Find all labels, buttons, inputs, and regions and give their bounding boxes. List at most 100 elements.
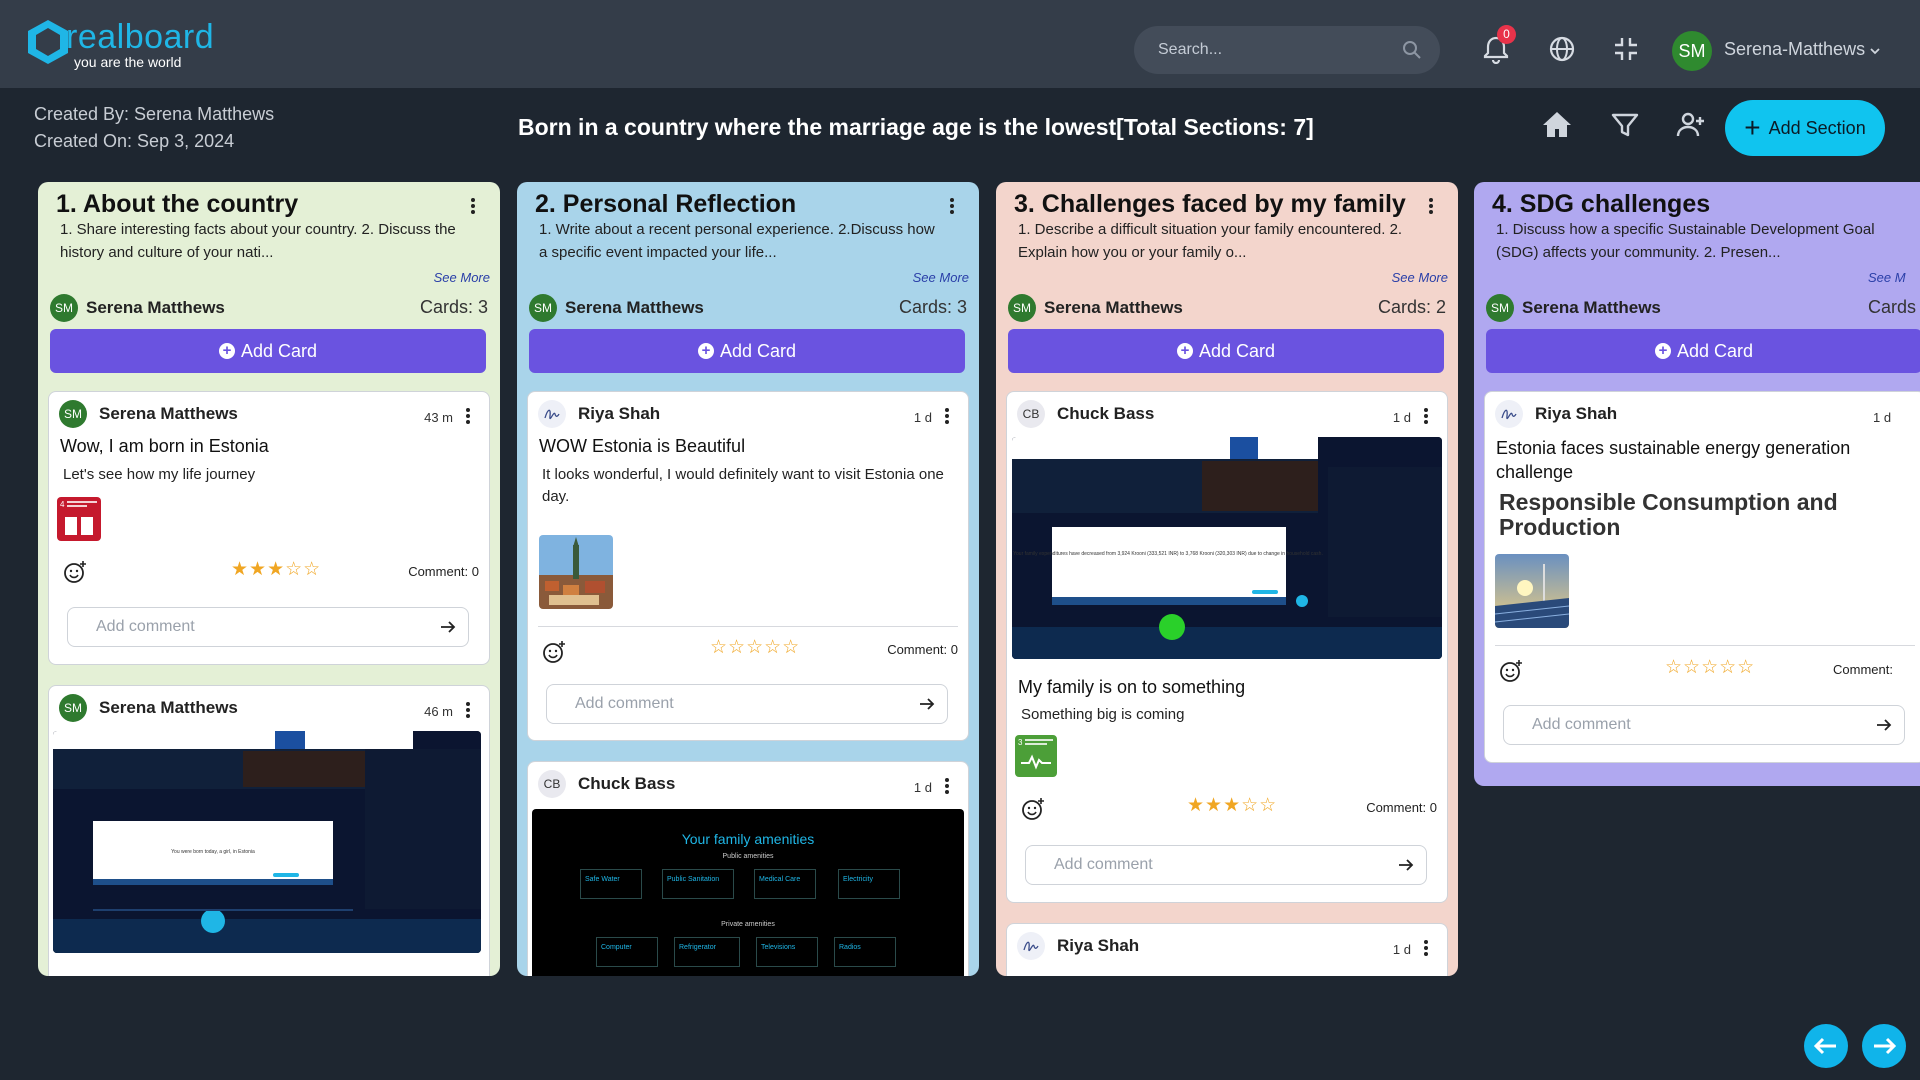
- card-time: 1 d: [1873, 410, 1892, 425]
- chevron-down-icon[interactable]: [1869, 45, 1881, 57]
- user-name[interactable]: Serena-Matthews: [1724, 39, 1865, 60]
- card-menu-icon[interactable]: [1423, 938, 1429, 958]
- add-reaction-icon[interactable]: [63, 560, 87, 584]
- section-menu-icon[interactable]: [949, 196, 955, 216]
- globe-icon[interactable]: [1547, 34, 1577, 64]
- comment-box: [67, 607, 469, 647]
- screenshot-image: You were born today, a girl, in Estonia: [53, 731, 481, 953]
- send-arrow-icon[interactable]: [1398, 858, 1414, 872]
- card-body: Responsible Consumption and Production: [1499, 489, 1838, 540]
- card[interactable]: SM Serena Matthews 46 m You were born to…: [48, 685, 490, 976]
- avatar: SM: [1008, 294, 1036, 322]
- section-owner: SM Serena Matthews Cards: 3: [50, 292, 488, 322]
- card-menu-icon[interactable]: [944, 406, 950, 426]
- card[interactable]: SM Serena Matthews 43 m Wow, I am born i…: [48, 391, 490, 665]
- section-owner: SM Serena Matthews Cards: 3: [529, 292, 967, 322]
- section-owner: SM Serena Matthews Cards: [1486, 292, 1920, 322]
- scroll-left-button[interactable]: [1804, 1024, 1848, 1068]
- add-reaction-icon[interactable]: [1021, 797, 1045, 821]
- owner-name: Serena Matthews: [565, 298, 704, 317]
- owner-name: Serena Matthews: [1522, 298, 1661, 317]
- search-bar: [1134, 26, 1440, 74]
- scroll-right-button[interactable]: [1862, 1024, 1906, 1068]
- send-arrow-icon[interactable]: [1876, 718, 1892, 732]
- comment-input[interactable]: [575, 685, 895, 723]
- filter-icon[interactable]: [1608, 108, 1642, 142]
- app-logo[interactable]: realboard you are the world: [22, 16, 214, 72]
- card-author: Chuck Bass: [1057, 404, 1155, 423]
- city-photo-image: [539, 535, 613, 609]
- send-arrow-icon[interactable]: [919, 697, 935, 711]
- star-rating[interactable]: ★★★☆☆: [231, 558, 321, 581]
- card[interactable]: CB Chuck Bass 1 d Your family expenditur…: [1006, 391, 1448, 903]
- amenity-safe-water: Safe Water: [580, 869, 642, 899]
- comment-box: [1025, 845, 1427, 885]
- star-rating[interactable]: ☆☆☆☆☆: [1665, 656, 1755, 679]
- section-title: 2. Personal Reflection: [535, 190, 797, 218]
- add-card-label: Add Card: [240, 340, 318, 361]
- add-section-label: Add Section: [1768, 117, 1866, 138]
- add-user-icon[interactable]: [1674, 108, 1708, 142]
- add-card-button[interactable]: + Add Card: [50, 329, 486, 373]
- screenshot-text: Your family expenditures have decreased …: [1013, 551, 1323, 557]
- game-screenshot[interactable]: You were born today, a girl, in Estonia: [53, 731, 481, 953]
- amenity-public-sanitation: Public Sanitation: [662, 869, 734, 899]
- card-author: Riya Shah: [1535, 404, 1618, 423]
- amenity-electricity: Electricity: [838, 869, 900, 899]
- section-title: 1. About the country: [56, 190, 299, 218]
- add-card-button[interactable]: + Add Card: [1008, 329, 1444, 373]
- section-family-challenges: 3. Challenges faced by my family 1. Desc…: [996, 182, 1458, 976]
- see-more-link[interactable]: See More: [913, 270, 969, 285]
- card-author: Serena Matthews: [99, 404, 238, 423]
- add-reaction-icon[interactable]: [542, 640, 566, 664]
- card-menu-icon[interactable]: [465, 406, 471, 426]
- card[interactable]: Riya Shah 1 d Estonia faces sustainable …: [1484, 391, 1920, 763]
- user-avatar[interactable]: SM: [1672, 31, 1712, 71]
- card-title: My family is on to something: [1018, 677, 1246, 697]
- tallinn-photo[interactable]: [539, 535, 613, 609]
- card[interactable]: Riya Shah 1 d WOW Estonia is Beautiful I…: [527, 391, 969, 741]
- card-header: Riya Shah 1 d: [1495, 400, 1915, 430]
- solar-panels-photo[interactable]: [1495, 554, 1569, 628]
- amenity-computer: Computer: [596, 937, 658, 967]
- see-more-link[interactable]: See M: [1868, 270, 1906, 285]
- section-menu-icon[interactable]: [1428, 196, 1434, 216]
- amenities-screenshot[interactable]: Your family amenities Public amenities S…: [532, 809, 964, 976]
- section-menu-icon[interactable]: [470, 196, 476, 216]
- star-rating[interactable]: ☆☆☆☆☆: [710, 636, 800, 659]
- home-icon[interactable]: [1540, 108, 1574, 142]
- send-arrow-icon[interactable]: [440, 620, 456, 634]
- add-card-button[interactable]: + Add Card: [529, 329, 965, 373]
- card-menu-icon[interactable]: [465, 700, 471, 720]
- comment-input[interactable]: [96, 608, 416, 646]
- card-menu-icon[interactable]: [944, 776, 950, 796]
- sdg-3-badge[interactable]: 3: [1015, 735, 1057, 777]
- comment-box: [546, 684, 948, 724]
- card-time: 1 d: [1392, 942, 1411, 957]
- card[interactable]: CB Chuck Bass 1 d Your family amenities …: [527, 761, 969, 976]
- game-screenshot[interactable]: Your family expenditures have decreased …: [1012, 437, 1442, 659]
- search-icon[interactable]: [1402, 40, 1422, 60]
- sdg-4-badge[interactable]: 4: [57, 497, 101, 541]
- card-body: Something big is coming: [1021, 706, 1185, 723]
- add-reaction-icon[interactable]: [1499, 659, 1523, 683]
- card-body: It looks wonderful, I would definitely w…: [542, 466, 944, 505]
- search-input[interactable]: [1158, 26, 1398, 74]
- add-card-button[interactable]: + Add Card: [1486, 329, 1920, 373]
- see-more-link[interactable]: See More: [1392, 270, 1448, 285]
- comment-count: Comment:: [1833, 662, 1893, 677]
- see-more-link[interactable]: See More: [434, 270, 490, 285]
- exit-fullscreen-icon[interactable]: [1611, 34, 1641, 64]
- card-author: Riya Shah: [578, 404, 661, 423]
- comment-input[interactable]: [1054, 846, 1374, 884]
- card-menu-icon[interactable]: [1423, 406, 1429, 426]
- card[interactable]: Riya Shah 1 d: [1006, 923, 1448, 976]
- comment-input[interactable]: [1532, 706, 1852, 744]
- owner-name: Serena Matthews: [86, 298, 225, 317]
- logo-wordmark: realboard: [66, 18, 215, 56]
- add-section-button[interactable]: + Add Section: [1725, 100, 1885, 156]
- comment-count: Comment: 0: [408, 564, 479, 579]
- solar-photo-image: [1495, 554, 1569, 628]
- star-rating[interactable]: ★★★☆☆: [1187, 794, 1277, 817]
- section-owner: SM Serena Matthews Cards: 2: [1008, 292, 1446, 322]
